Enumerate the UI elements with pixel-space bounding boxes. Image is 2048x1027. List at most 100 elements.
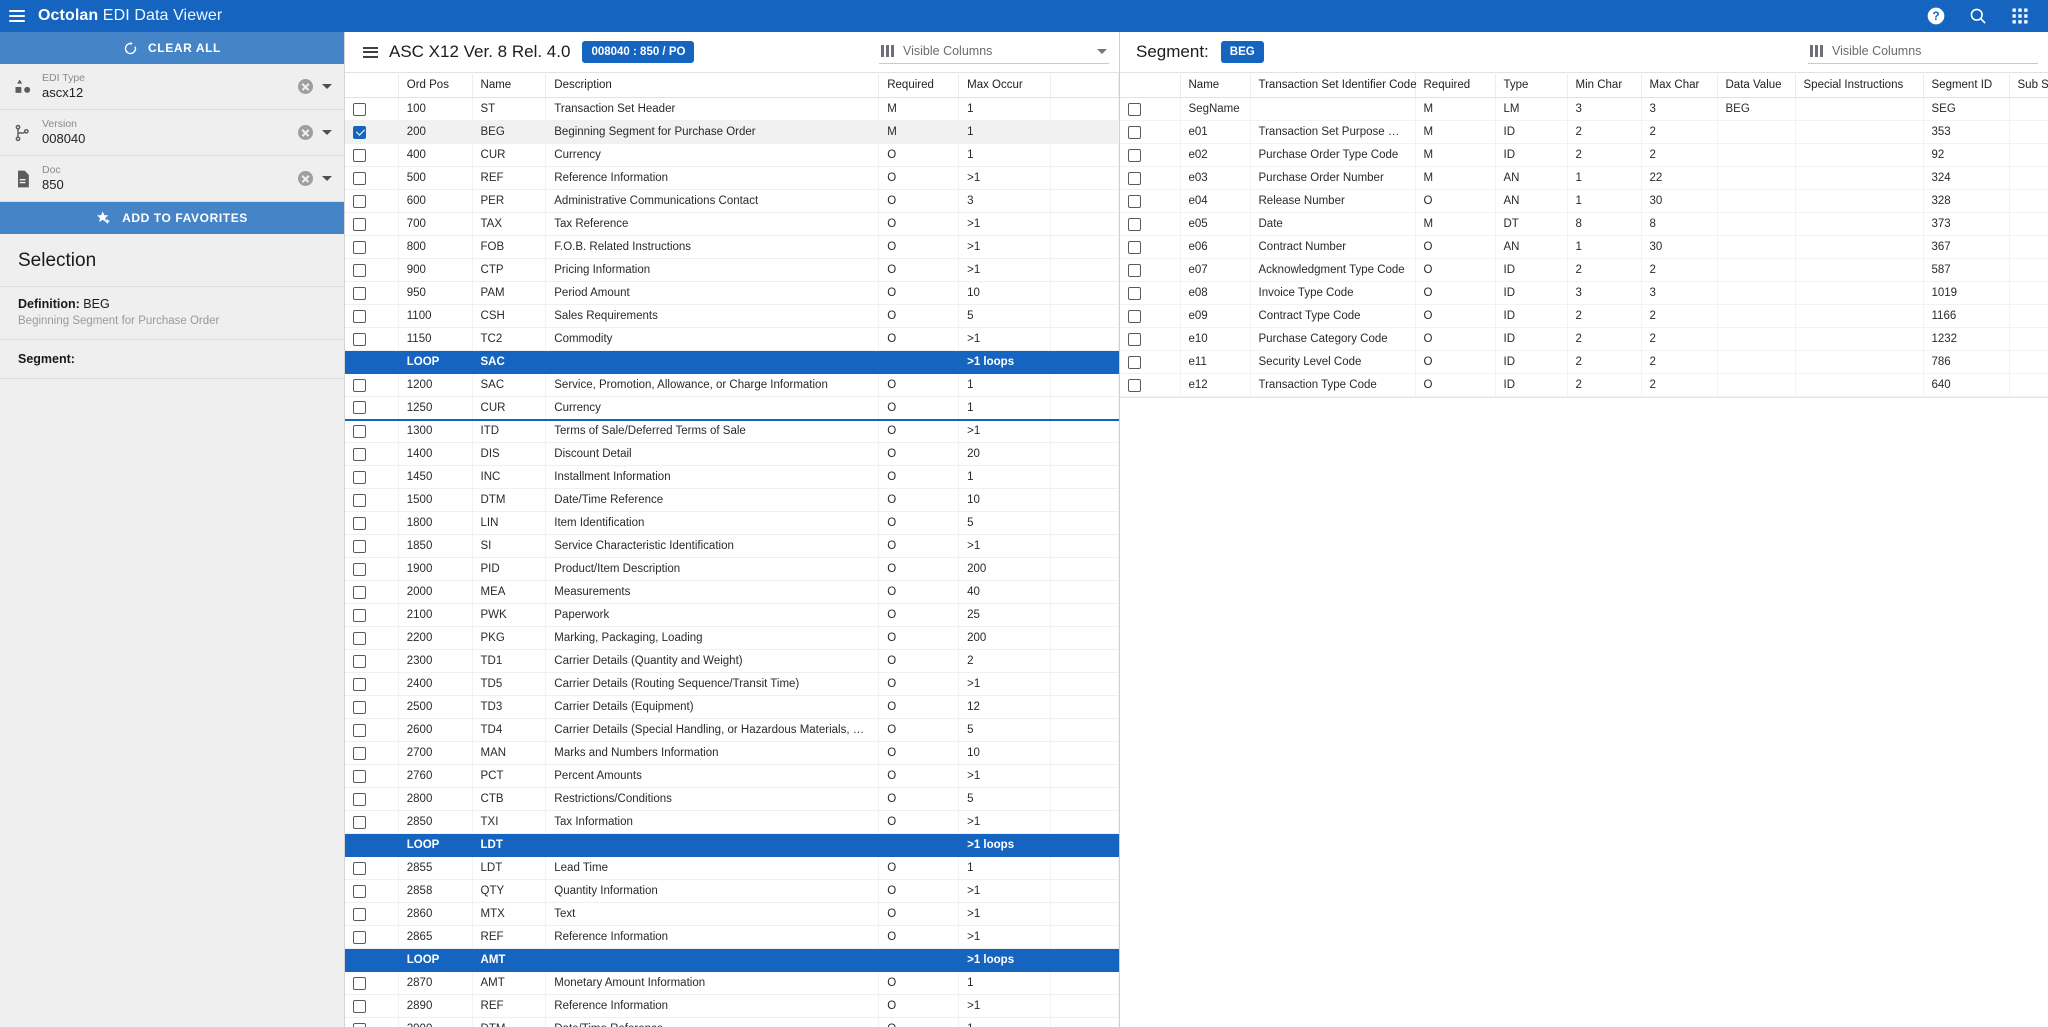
row-select-cell[interactable] [345,1017,399,1027]
table-row[interactable]: e05 Date M DT 8 8 373 [1120,212,2048,236]
table-row[interactable]: 2200 PKG Marking, Packaging, Loading O 200 [345,626,1119,650]
row-checkbox[interactable] [1128,355,1141,369]
row-checkbox[interactable] [1128,125,1141,139]
table-row[interactable]: 2855 LDT Lead Time O 1 [345,856,1119,880]
row-checkbox[interactable] [353,401,366,415]
row-checkbox[interactable] [1128,102,1141,116]
table-row[interactable]: 500 REF Reference Information O >1 [345,166,1119,190]
row-checkbox[interactable] [353,723,366,737]
row-checkbox[interactable] [353,447,366,461]
row-select-cell[interactable] [345,120,399,144]
loop-row[interactable]: LOOP LDT >1 loops [345,833,1119,857]
row-select-cell[interactable] [1120,281,1181,305]
clear-doc-icon[interactable] [298,171,313,186]
row-checkbox[interactable] [1128,309,1141,323]
apps-grid-icon[interactable] [2010,6,2030,26]
row-select-cell[interactable] [1120,212,1181,236]
row-checkbox[interactable] [1128,286,1141,300]
row-checkbox[interactable] [353,746,366,760]
row-select-cell[interactable] [345,442,399,466]
table-row[interactable]: 2760 PCT Percent Amounts O >1 [345,764,1119,788]
row-select-cell[interactable] [1120,235,1181,259]
row-checkbox[interactable] [353,631,366,645]
table-row[interactable]: e10 Purchase Category Code O ID 2 2 1232 [1120,327,2048,351]
table-row[interactable]: 200 BEG Beginning Segment for Purchase Ord… [345,120,1119,144]
doc-field[interactable]: Doc 850 [0,156,344,202]
table-row[interactable]: 2400 TD5 Carrier Details (Routing Sequence… [345,672,1119,696]
row-checkbox[interactable] [353,424,366,438]
col-header-sub-seg[interactable]: Sub Seg [2009,72,2048,98]
table-row[interactable]: e04 Release Number O AN 1 30 328 [1120,189,2048,213]
row-select-cell[interactable] [345,419,399,443]
row-checkbox[interactable] [353,792,366,806]
row-select-cell[interactable] [345,787,399,811]
row-select-cell[interactable] [1120,304,1181,328]
main-menu-button[interactable] [0,0,34,32]
row-checkbox[interactable] [353,884,366,898]
chevron-down-icon[interactable] [322,176,332,181]
table-row[interactable]: SegName M LM 3 3 BEG SEG [1120,97,2048,121]
row-select-cell[interactable] [345,810,399,834]
row-checkbox[interactable] [353,930,366,944]
row-select-cell[interactable] [345,925,399,949]
visible-columns-selector-right[interactable]: Visible Columns [1808,40,2038,64]
row-checkbox[interactable] [353,654,366,668]
row-checkbox[interactable] [1128,378,1141,392]
table-row[interactable]: 2600 TD4 Carrier Details (Special Handling… [345,718,1119,742]
row-select-cell[interactable] [345,971,399,995]
col-header-min-char[interactable]: Min Char [1567,72,1642,98]
row-checkbox[interactable] [1128,263,1141,277]
row-select-cell[interactable] [345,304,399,328]
add-to-favorites-button[interactable]: ADD TO FAVORITES [0,202,344,234]
table-row[interactable]: 100 ST Transaction Set Header M 1 [345,97,1119,121]
table-row[interactable]: e09 Contract Type Code O ID 2 2 1166 [1120,304,2048,328]
table-row[interactable]: e01 Transaction Set Purpose Code M ID 2 2 353 [1120,120,2048,144]
row-select-cell[interactable] [1120,350,1181,374]
col-header-max-char[interactable]: Max Char [1641,72,1718,98]
row-select-cell[interactable] [345,212,399,236]
row-checkbox[interactable] [353,217,366,231]
row-select-cell[interactable] [345,465,399,489]
loop-row[interactable]: LOOP SAC >1 loops [345,350,1119,374]
table-row[interactable]: 400 CUR Currency O 1 [345,143,1119,167]
table-row[interactable]: e08 Invoice Type Code O ID 3 3 1019 [1120,281,2048,305]
table-row[interactable]: e03 Purchase Order Number M AN 1 22 324 [1120,166,2048,190]
clear-all-button[interactable]: CLEAR ALL [0,32,344,64]
row-select-cell[interactable] [345,396,399,421]
row-checkbox[interactable] [353,309,366,323]
row-select-cell[interactable] [1120,143,1181,167]
row-checkbox[interactable] [1128,171,1141,185]
row-select-cell[interactable] [345,143,399,167]
col-header-segment-id[interactable]: Segment ID [1923,72,2010,98]
clear-edi-type-icon[interactable] [298,79,313,94]
table-row[interactable]: 2890 REF Reference Information O >1 [345,994,1119,1018]
row-select-cell[interactable] [1120,166,1181,190]
row-select-cell[interactable] [345,695,399,719]
row-checkbox[interactable] [353,976,366,990]
row-select-cell[interactable] [345,764,399,788]
table-row[interactable]: 2860 MTX Text O >1 [345,902,1119,926]
col-header-transaction-set-identifier-code[interactable]: Transaction Set Identifier Code [1250,72,1417,98]
row-checkbox[interactable] [353,332,366,346]
table-row[interactable]: 1450 INC Installment Information O 1 [345,465,1119,489]
row-checkbox[interactable] [353,378,366,392]
row-select-cell[interactable] [345,281,399,305]
row-checkbox[interactable] [353,562,366,576]
row-select-cell[interactable] [345,603,399,627]
row-select-cell[interactable] [345,856,399,880]
row-checkbox[interactable] [1128,332,1141,346]
table-row[interactable]: 2800 CTB Restrictions/Conditions O 5 [345,787,1119,811]
row-checkbox[interactable] [353,999,366,1013]
table-row[interactable]: 2100 PWK Paperwork O 25 [345,603,1119,627]
col-header-max-occur[interactable]: Max Occur [958,72,1052,98]
row-select-cell[interactable] [345,166,399,190]
table-row[interactable]: 2850 TXI Tax Information O >1 [345,810,1119,834]
col-header-name[interactable]: Name [1180,72,1251,98]
row-select-cell[interactable] [345,97,399,121]
table-row[interactable]: e06 Contract Number O AN 1 30 367 [1120,235,2048,259]
col-header-required[interactable]: Required [1415,72,1496,98]
row-checkbox[interactable] [1128,148,1141,162]
search-icon[interactable] [1968,6,1988,26]
row-select-cell[interactable] [345,189,399,213]
table-row[interactable]: 2700 MAN Marks and Numbers Information O 10 [345,741,1119,765]
